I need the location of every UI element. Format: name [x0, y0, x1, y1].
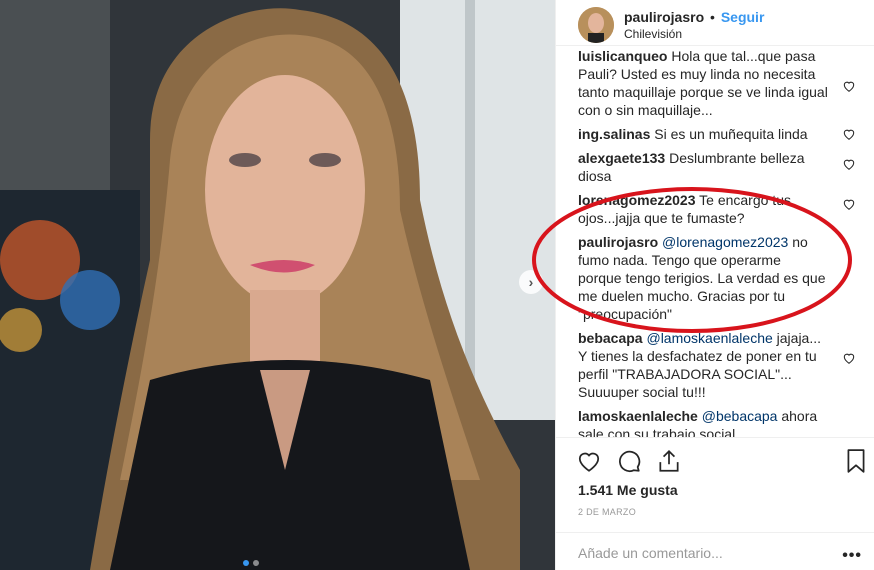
more-options-button[interactable]: ••• — [842, 547, 862, 565]
comment-author[interactable]: paulirojasro — [578, 234, 658, 250]
bookmark-icon[interactable] — [843, 448, 869, 474]
comment-author[interactable]: bebacapa — [578, 330, 643, 346]
next-photo-button[interactable]: › — [519, 270, 543, 294]
follow-button[interactable]: Seguir — [721, 9, 765, 25]
heart-icon[interactable] — [842, 79, 856, 93]
avatar-image — [578, 6, 614, 43]
comment-input[interactable] — [578, 545, 818, 561]
location[interactable]: Chilevisión — [624, 26, 764, 42]
share-icon[interactable] — [656, 448, 682, 474]
comment-bubble-icon[interactable] — [616, 448, 642, 474]
comment-mention[interactable]: @lorenagomez2023 — [662, 234, 788, 250]
comment-list[interactable]: luislicanqueo Hola que tal...que pasa Pa… — [578, 49, 862, 437]
comment-mention[interactable]: @bebacapa — [702, 408, 778, 424]
comment: ing.salinas Si es un muñequita linda — [578, 125, 862, 143]
chevron-right-icon: › — [528, 274, 534, 290]
comment-author[interactable]: lorenagomez2023 — [578, 192, 696, 208]
action-bar — [556, 437, 874, 482]
comment: paulirojasro @lorenagomez2023 no fumo na… — [578, 233, 862, 323]
avatar[interactable] — [578, 6, 614, 43]
comment-mention[interactable]: @lamoskaenlaleche — [646, 330, 772, 346]
heart-icon[interactable] — [842, 197, 856, 211]
comment: bebacapa @lamoskaenlaleche jajaja... Y t… — [578, 329, 862, 401]
add-comment-bar: ••• — [556, 532, 874, 570]
likes-count[interactable]: 1.541 Me gusta — [578, 482, 678, 498]
post-date[interactable]: 2 DE MARZO — [578, 507, 636, 517]
comment-author[interactable]: alexgaete133 — [578, 150, 665, 166]
comment: alexgaete133 Deslumbrante belleza diosa — [578, 149, 862, 185]
photo-image — [0, 0, 555, 570]
comment: luislicanqueo Hola que tal...que pasa Pa… — [578, 49, 862, 119]
post-details-panel: paulirojasro • Seguir Chilevisión luisli… — [555, 0, 874, 570]
comment: lorenagomez2023 Te encargo tus ojos...ja… — [578, 191, 862, 227]
post-photo[interactable]: › — [0, 0, 555, 570]
comment: lamoskaenlaleche @bebacapa ahora sale co… — [578, 407, 862, 437]
comment-author[interactable]: ing.salinas — [578, 126, 650, 142]
carousel-dots — [243, 560, 259, 566]
heart-icon[interactable] — [842, 127, 856, 141]
comment-author[interactable]: luislicanqueo — [578, 49, 667, 64]
separator: • — [710, 8, 715, 25]
username[interactable]: paulirojasro — [624, 9, 704, 25]
heart-icon[interactable] — [842, 157, 856, 171]
comment-text: Si es un muñequita linda — [654, 126, 808, 142]
heart-icon[interactable] — [842, 351, 856, 365]
heart-icon[interactable] — [576, 448, 602, 474]
carousel-dot-active — [243, 560, 249, 566]
carousel-dot — [253, 560, 259, 566]
post-header: paulirojasro • Seguir Chilevisión — [556, 0, 874, 46]
comment-author[interactable]: lamoskaenlaleche — [578, 408, 698, 424]
